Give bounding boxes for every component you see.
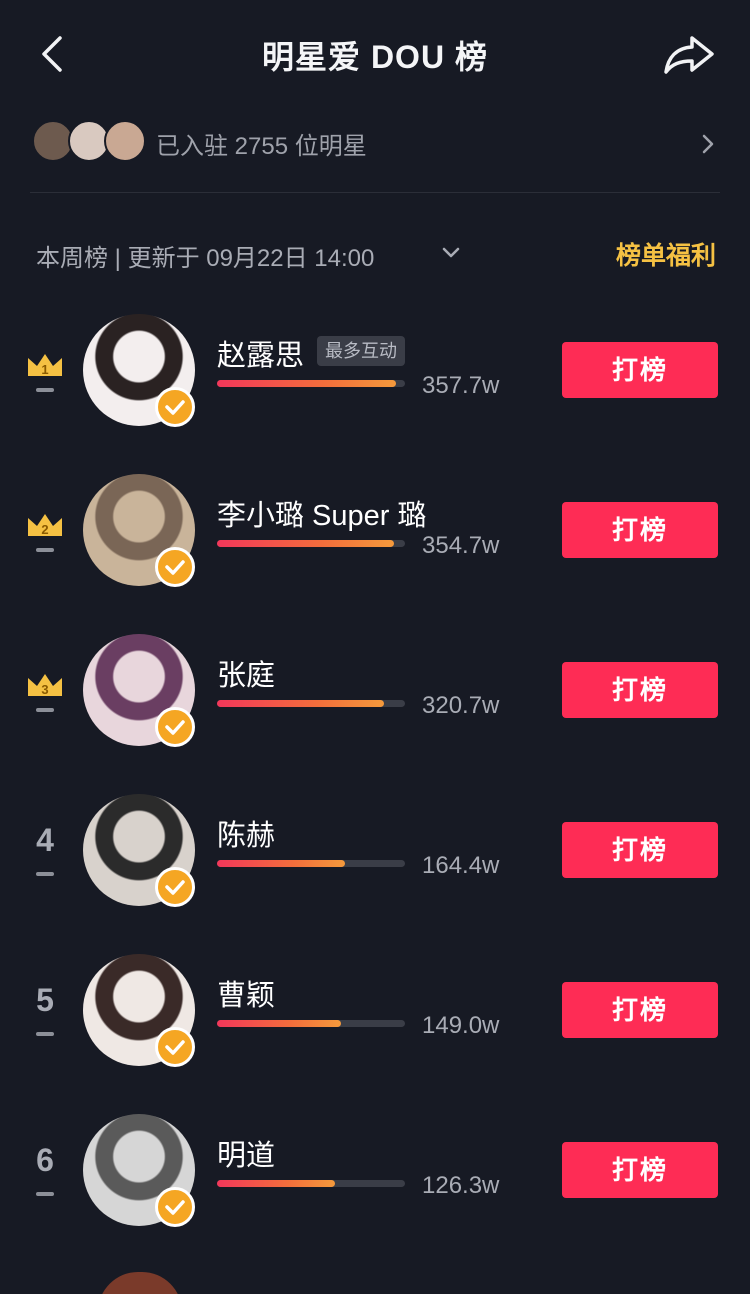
verified-badge [155, 1187, 195, 1227]
star-name[interactable]: 明道 [217, 1132, 275, 1174]
rank-trend-dash [36, 1032, 54, 1036]
progress-track [217, 540, 405, 547]
header-bar: 明星爱 DOU 榜 [0, 0, 750, 110]
rank-number: 6 [36, 1142, 54, 1178]
verified-badge [155, 867, 195, 907]
check-icon [165, 400, 185, 415]
vote-button[interactable]: 打榜 [562, 982, 718, 1038]
ranking-row[interactable]: 3 张庭 320.7w 打榜 [0, 634, 750, 754]
rank-number: 1 [41, 362, 48, 377]
mini-avatar-stack [32, 120, 152, 164]
progress-track [217, 860, 405, 867]
progress-track [217, 1180, 405, 1187]
vote-button[interactable]: 打榜 [562, 662, 718, 718]
ranking-row[interactable]: 1 赵露思 最多互动 357.7w 打榜 [0, 314, 750, 434]
score-value: 354.7w [422, 532, 500, 559]
rank-number: 5 [36, 982, 54, 1018]
star-name[interactable]: 曹颖 [217, 972, 275, 1014]
progress-fill [217, 1180, 336, 1187]
progress-track [217, 380, 405, 387]
vote-button[interactable]: 打榜 [562, 342, 718, 398]
joined-stars-row[interactable]: 已入驻 2755 位明星 [30, 112, 720, 174]
rank-trend-dash [36, 548, 54, 552]
ranking-row[interactable]: 6 明道 126.3w 打榜 [0, 1114, 750, 1234]
progress-fill [217, 380, 396, 387]
avatar [98, 1272, 182, 1294]
ranking-row[interactable]: 5 曹颖 149.0w 打榜 [0, 954, 750, 1074]
ranking-welfare-link[interactable]: 榜单福利 [616, 236, 716, 272]
rank-trend-dash [36, 1192, 54, 1196]
rank-number: 3 [41, 682, 48, 697]
check-icon [165, 560, 185, 575]
progress-fill [217, 860, 345, 867]
interaction-tag: 最多互动 [317, 336, 405, 366]
vote-button[interactable]: 打榜 [562, 502, 718, 558]
star-name[interactable]: 张庭 [217, 652, 275, 694]
rank-trend-dash [36, 872, 54, 876]
check-icon [165, 1040, 185, 1055]
divider [30, 192, 720, 193]
verified-badge [155, 547, 195, 587]
score-value: 149.0w [422, 1012, 500, 1039]
star-name[interactable]: 李小璐 Super 璐 [217, 492, 427, 534]
ranking-subheader: 本周榜 | 更新于 09月22日 14:00 榜单福利 [36, 236, 720, 272]
verified-badge [155, 707, 195, 747]
share-button[interactable] [660, 30, 718, 80]
vote-button[interactable]: 打榜 [562, 1142, 718, 1198]
chevron-right-icon [702, 134, 714, 154]
rank-trend-dash [36, 388, 54, 392]
star-name[interactable]: 陈赫 [217, 812, 275, 854]
rank-number: 4 [36, 822, 54, 858]
progress-fill [217, 1020, 342, 1027]
rank-trend-dash [36, 708, 54, 712]
chevron-down-icon[interactable] [440, 244, 462, 262]
check-icon [165, 1200, 185, 1215]
verified-badge [155, 387, 195, 427]
update-time-text: 本周榜 | 更新于 09月22日 14:00 [36, 245, 375, 272]
avatar [104, 120, 146, 162]
progress-track [217, 1020, 405, 1027]
share-arrow-icon [664, 36, 714, 74]
check-icon [165, 720, 185, 735]
score-value: 164.4w [422, 852, 500, 879]
rank-number: 2 [41, 522, 48, 537]
vote-button[interactable]: 打榜 [562, 822, 718, 878]
star-name[interactable]: 赵露思 [217, 332, 304, 374]
progress-fill [217, 700, 385, 707]
score-value: 126.3w [422, 1172, 500, 1199]
ranking-row[interactable]: 4 陈赫 164.4w 打榜 [0, 794, 750, 914]
check-icon [165, 880, 185, 895]
progress-track [217, 700, 405, 707]
ranking-row[interactable]: 2 李小璐 Super 璐 354.7w 打榜 [0, 474, 750, 594]
page-title: 明星爱 DOU 榜 [262, 39, 488, 75]
joined-count-text: 已入驻 2755 位明星 [156, 133, 367, 160]
progress-fill [217, 540, 394, 547]
verified-badge [155, 1027, 195, 1067]
score-value: 320.7w [422, 692, 500, 719]
score-value: 357.7w [422, 372, 500, 399]
